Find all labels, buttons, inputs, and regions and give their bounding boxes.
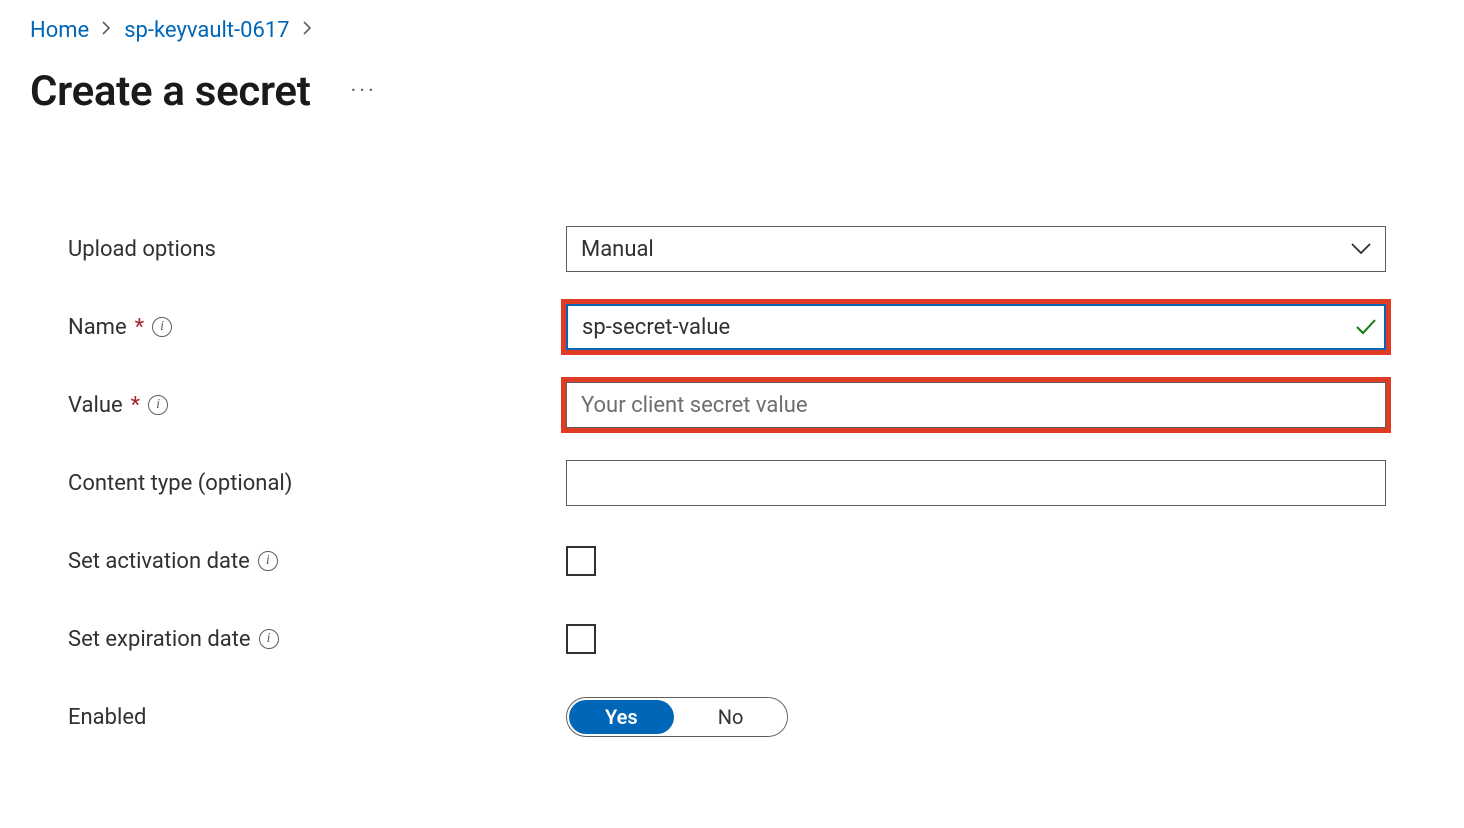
more-icon[interactable]: ··· [351,81,377,103]
expiration-date-checkbox[interactable] [566,624,596,654]
info-icon[interactable]: i [148,395,168,415]
value-input[interactable] [566,382,1386,428]
breadcrumb-resource-link[interactable]: sp-keyvault-0617 [124,18,289,43]
activation-date-label: Set activation date [68,549,250,574]
row-enabled: Enabled Yes No [68,694,1434,740]
content-type-label: Content type (optional) [68,471,292,496]
name-input[interactable] [566,304,1386,350]
activation-date-checkbox[interactable] [566,546,596,576]
row-value: Value * i [68,382,1434,428]
row-upload-options: Upload options [68,226,1434,272]
row-activation-date: Set activation date i [68,538,1434,584]
content-type-input[interactable] [566,460,1386,506]
info-icon[interactable]: i [259,629,279,649]
info-icon[interactable]: i [258,551,278,571]
row-expiration-date: Set expiration date i [68,616,1434,662]
name-label: Name [68,315,127,340]
create-secret-form: Upload options Name * i Value * i [30,226,1434,740]
chevron-right-icon [101,20,112,41]
enabled-toggle: Yes No [566,697,788,737]
expiration-date-label: Set expiration date [68,627,251,652]
value-label: Value [68,393,123,418]
enabled-no-button[interactable]: No [674,698,788,736]
required-indicator: * [131,393,140,418]
enabled-yes-button[interactable]: Yes [569,700,674,734]
breadcrumb-home-link[interactable]: Home [30,18,89,43]
info-icon[interactable]: i [152,317,172,337]
upload-options-select[interactable] [566,226,1386,272]
chevron-right-icon [302,20,313,41]
row-content-type: Content type (optional) [68,460,1434,506]
page-title: Create a secret [30,67,311,116]
required-indicator: * [135,315,144,340]
enabled-label: Enabled [68,705,146,730]
upload-options-label: Upload options [68,237,216,262]
row-name: Name * i [68,304,1434,350]
page-header: Create a secret ··· [30,67,1434,116]
breadcrumb: Home sp-keyvault-0617 [30,18,1434,43]
